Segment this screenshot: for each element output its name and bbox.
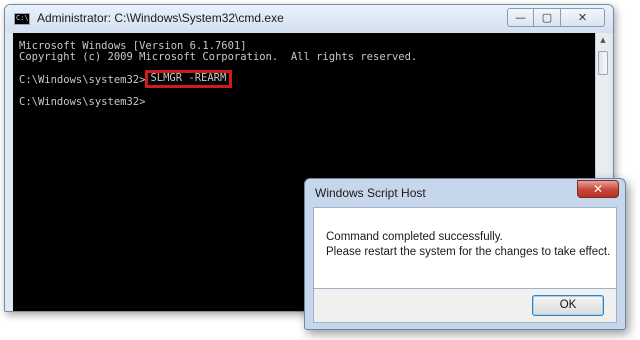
dialog-close-button[interactable]: ✕ xyxy=(577,180,619,198)
minimize-icon: — xyxy=(515,11,526,24)
dialog-message-line-2: Please restart the system for the change… xyxy=(326,246,611,258)
close-icon: ✕ xyxy=(577,11,588,24)
maximize-icon: ▢ xyxy=(541,11,553,24)
console-line-copyright: Copyright (c) 2009 Microsoft Corporation… xyxy=(19,51,418,63)
dialog-body: Command completed successfully. Please r… xyxy=(313,207,617,289)
console-prompt: C:\Windows\system32> xyxy=(19,74,146,86)
window-controls: — ▢ ✕ xyxy=(507,8,605,28)
window-title: Administrator: C:\Windows\System32\cmd.e… xyxy=(37,11,284,25)
windows-script-host-dialog: Windows Script Host ✕ Command completed … xyxy=(304,178,626,330)
highlighted-command: SLMGR -REARM xyxy=(145,70,233,88)
close-icon: ✕ xyxy=(592,182,604,196)
dialog-footer: OK xyxy=(313,289,617,323)
maximize-button[interactable]: ▢ xyxy=(534,8,561,27)
close-button[interactable]: ✕ xyxy=(561,8,605,27)
dialog-title: Windows Script Host xyxy=(315,186,426,200)
cmd-titlebar[interactable]: C:\ Administrator: C:\Windows\System32\c… xyxy=(5,5,613,33)
dialog-message-line-1: Command completed successfully. xyxy=(326,231,503,243)
cmd-app-icon[interactable]: C:\ xyxy=(14,13,30,25)
minimize-button[interactable]: — xyxy=(507,8,534,27)
console-line-prompt: C:\Windows\system32> xyxy=(19,96,146,108)
ok-button[interactable]: OK xyxy=(532,295,604,316)
dialog-message: Command completed successfully. Please r… xyxy=(326,230,610,260)
console-line-command: C:\Windows\system32> SLMGR -REARM xyxy=(13,70,595,88)
scroll-thumb[interactable] xyxy=(598,51,608,75)
scroll-up-icon[interactable]: ▲ xyxy=(596,33,610,47)
cmd-app-icon-text: C:\ xyxy=(16,14,29,22)
